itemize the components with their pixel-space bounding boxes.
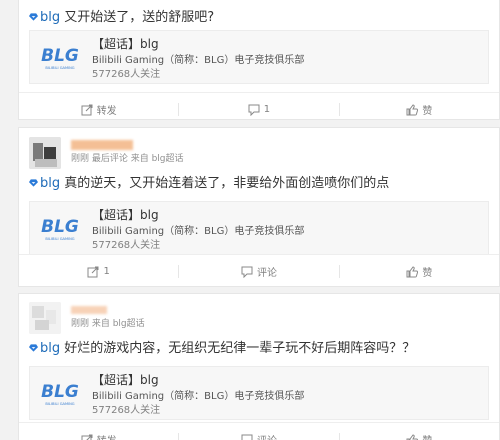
post-meta: 刚刚 来自 blg超话: [71, 319, 145, 329]
super-topic-followers: 577268人关注: [92, 240, 161, 251]
repost-count: 1: [103, 266, 110, 277]
thumbs-up-icon: [406, 265, 419, 277]
super-topic-card[interactable]: BLG BILIBILI GAMING 【超话】blg Bilibili Gam…: [29, 30, 489, 84]
comment-button[interactable]: 1: [179, 93, 338, 126]
repost-label: 转发: [97, 432, 117, 440]
like-button[interactable]: 赞: [340, 93, 499, 126]
post-text: blg 真的逆天，又开始连着送了，非要给外面创造喷你们的点: [19, 175, 389, 193]
logo-subtext: BILIBILI GAMING: [45, 66, 74, 70]
avatar[interactable]: [29, 302, 61, 334]
super-topic-link[interactable]: blg: [40, 341, 60, 356]
avatar[interactable]: [29, 137, 61, 169]
super-topic-icon: [29, 344, 38, 352]
super-topic-icon: [29, 179, 38, 187]
post-text: blg 好烂的游戏内容，无组织无纪律一辈子玩不好后期阵容吗？？: [19, 340, 415, 358]
comment-label: 评论: [257, 432, 277, 440]
action-bar: 转发 1 赞: [19, 92, 499, 126]
logo-subtext: BILIBILI GAMING: [45, 402, 74, 406]
repost-label: 转发: [96, 106, 117, 117]
blg-logo: BLG BILIBILI GAMING: [38, 41, 82, 73]
action-bar: 转发 评论 赞: [19, 422, 499, 440]
comment-button[interactable]: 评论: [179, 423, 338, 440]
post-card-3: 刚刚 来自 blg超话 blg 好烂的游戏内容，无组织无纪律一辈子玩不好后期阵容…: [18, 293, 500, 440]
comment-icon: [248, 104, 260, 116]
super-topic-subtitle: Bilibili Gaming（简称：BLG）电子竞技俱乐部: [92, 391, 305, 402]
super-topic-title: 【超话】blg: [92, 373, 159, 387]
super-topic-followers: 577268人关注: [92, 405, 161, 416]
blg-logo: BLG BILIBILI GAMING: [38, 212, 82, 244]
comment-label: 评论: [256, 268, 277, 279]
logo-text: BLG: [41, 382, 79, 402]
post-card-2: 刚刚 最后评论 来自 blg超话 blg 真的逆天，又开始连着送了，非要给外面创…: [18, 127, 500, 287]
super-topic-card[interactable]: BLG BILIBILI GAMING 【超话】blg Bilibili Gam…: [29, 201, 489, 255]
logo-text: BLG: [41, 46, 79, 66]
repost-button[interactable]: 转发: [19, 93, 178, 126]
repost-button[interactable]: 1: [19, 255, 178, 288]
super-topic-icon: [29, 13, 38, 21]
post-card-1: blg 又开始送了，送的舒服吧? BLG BILIBILI GAMING 【超话…: [18, 0, 500, 120]
like-button[interactable]: 赞: [340, 255, 499, 288]
repost-icon: [81, 104, 93, 115]
comment-count: 1: [263, 104, 271, 115]
action-bar: 1 评论 赞: [19, 254, 499, 288]
username-blurred: [71, 306, 107, 314]
repost-icon: [81, 434, 93, 440]
like-label: 赞: [422, 268, 433, 279]
logo-subtext: BILIBILI GAMING: [45, 237, 74, 241]
comment-icon: [241, 434, 253, 440]
thumbs-up-icon: [406, 433, 419, 440]
super-topic-link[interactable]: blg: [40, 10, 60, 25]
super-topic-followers: 577268人关注: [92, 69, 161, 80]
post-body: 好烂的游戏内容，无组织无纪律一辈子玩不好后期阵容吗？？: [60, 341, 416, 356]
super-topic-subtitle: Bilibili Gaming（简称：BLG）电子竞技俱乐部: [92, 226, 305, 237]
super-topic-title: 【超话】blg: [92, 37, 159, 51]
super-topic-link[interactable]: blg: [40, 176, 60, 191]
repost-icon: [87, 266, 99, 277]
comment-button[interactable]: 评论: [179, 255, 338, 288]
super-topic-subtitle: Bilibili Gaming（简称：BLG）电子竞技俱乐部: [92, 55, 305, 66]
post-body: 又开始送了，送的舒服吧?: [60, 10, 215, 25]
like-button[interactable]: 赞: [340, 423, 499, 440]
post-text: blg 又开始送了，送的舒服吧?: [19, 9, 214, 27]
username-blurred: [71, 140, 133, 150]
super-topic-title: 【超话】blg: [92, 208, 159, 222]
like-label: 赞: [422, 106, 433, 117]
post-body: 真的逆天，又开始连着送了，非要给外面创造喷你们的点: [60, 176, 390, 191]
thumbs-up-icon: [406, 103, 419, 115]
like-label: 赞: [422, 432, 432, 440]
post-meta: 刚刚 最后评论 来自 blg超话: [71, 154, 184, 164]
logo-text: BLG: [41, 217, 79, 237]
repost-button[interactable]: 转发: [19, 423, 178, 440]
super-topic-card[interactable]: BLG BILIBILI GAMING 【超话】blg Bilibili Gam…: [29, 366, 489, 420]
blg-logo: BLG BILIBILI GAMING: [38, 377, 82, 409]
comment-icon: [241, 266, 253, 278]
